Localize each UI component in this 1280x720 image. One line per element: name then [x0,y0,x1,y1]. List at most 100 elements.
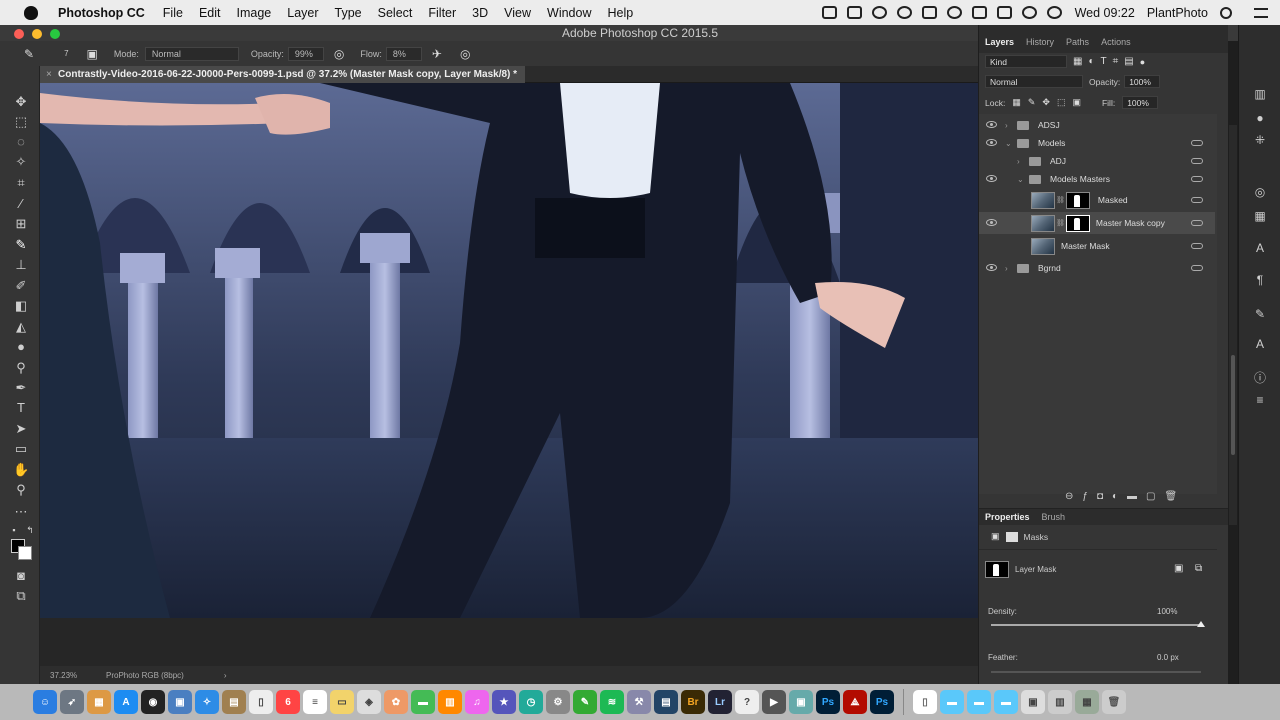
layer-link-icon[interactable] [1191,176,1203,182]
rectangle-tool-icon[interactable]: ▭ [13,441,29,457]
history-brush-tool-icon[interactable]: ✐ [13,278,29,294]
hand-tool-icon[interactable]: ✋ [13,462,29,478]
filter-smart-object-icon[interactable]: ▤ [1124,56,1133,67]
close-document-icon[interactable]: × [46,66,52,83]
eyedropper-tool-icon[interactable]: ⁄ [13,196,29,212]
desktop-stack-icon[interactable]: ▦ [1075,690,1099,714]
pixel-mask-icon[interactable]: ▣ [991,531,1000,542]
close-window-button[interactable] [14,29,24,39]
home-icon[interactable] [921,6,937,19]
vpn-icon[interactable] [896,6,912,19]
acrobat-icon[interactable]: ⟁ [843,690,867,714]
collapse-caret-icon[interactable]: › [1017,157,1027,166]
layer-thumbnail[interactable] [1031,191,1055,209]
document-tab[interactable]: × Contrastly-Video-2016-06-22-J0000-Pers… [40,66,526,83]
blend-mode-select[interactable]: Normal [985,75,1083,88]
bluetooth-icon[interactable] [971,6,987,19]
tab-history[interactable]: History [1020,37,1060,53]
apple-menu-icon[interactable] [24,5,38,20]
layer-row-master-mask-copy[interactable]: ⛓ Master Mask copy [979,212,1215,234]
lock-transparent-icon[interactable]: ▦ [1012,97,1021,108]
tab-paths[interactable]: Paths [1060,37,1095,53]
layer-filter-select[interactable]: Kind [985,55,1067,68]
layer-row-models-masters[interactable]: ⌄ Models Masters [979,169,1215,189]
glyphs-icon[interactable]: A [1253,337,1267,351]
menu-layer[interactable]: Layer [279,6,326,20]
notes-app-icon[interactable]: ▤ [222,690,246,714]
density-slider-handle[interactable] [1197,621,1205,627]
help-viewer-icon[interactable]: ? [735,690,759,714]
visibility-eye-icon[interactable] [986,175,997,182]
gradient-tool-icon[interactable]: ◭ [13,319,29,335]
delete-layer-icon[interactable]: 🗑 [1165,491,1178,502]
finder-icon[interactable]: ☺ [33,690,57,714]
dashboard-icon[interactable]: ◉ [141,690,165,714]
app-store-icon[interactable]: A [114,690,138,714]
default-colors-icon[interactable]: ▪ [6,522,22,538]
filter-adjustment-icon[interactable]: ◐ [1088,56,1094,67]
layer-link-icon[interactable] [1191,243,1203,249]
launchpad-icon[interactable]: ➶ [60,690,84,714]
path-select-tool-icon[interactable]: ➤ [13,421,29,437]
filter-toggle-icon[interactable]: ● [1140,57,1145,67]
adjustments-icon[interactable]: ▦ [1253,209,1267,223]
layer-link-icon[interactable] [1191,220,1203,226]
visibility-eye-icon[interactable] [986,264,997,271]
layer-row-masked[interactable]: ⛓ Masked [979,189,1215,211]
libraries-icon[interactable]: ◎ [1253,185,1267,199]
healing-tool-icon[interactable]: ⊞ [13,216,29,232]
quick-mask-icon[interactable]: ◙ [13,568,29,584]
feather-value[interactable]: 0.0 px [1157,653,1179,662]
blur-tool-icon[interactable]: ● [13,339,29,355]
new-adjustment-icon[interactable]: ◐ [1112,491,1118,502]
stickies-icon[interactable]: ▭ [330,690,354,714]
screen-record-icon[interactable] [821,6,837,19]
lock-all-icon[interactable]: ▣ [1072,97,1081,108]
lock-artboard-icon[interactable]: ⬚ [1057,97,1066,108]
add-mask-icon[interactable]: ◘ [1097,491,1103,502]
reminders-icon[interactable]: ≡ [303,690,327,714]
feather-slider[interactable] [991,671,1201,673]
clone-stamp-tool-icon[interactable]: ⊥ [13,257,29,273]
airbrush-icon[interactable]: ✈ [432,47,442,61]
dropbox-icon[interactable] [846,6,862,19]
mission-control-icon[interactable]: ▦ [87,690,111,714]
pen-tool-icon[interactable]: ✒ [13,380,29,396]
minimize-window-button[interactable] [32,29,42,39]
expand-caret-icon[interactable]: ⌄ [1017,175,1027,184]
swap-colors-icon[interactable]: ↰ [22,522,38,538]
brush-tool-preset-icon[interactable]: ✎ [24,47,34,61]
tab-brush[interactable]: Brush [1036,512,1072,522]
menu-type[interactable]: Type [327,6,370,20]
visibility-eye-icon[interactable] [986,219,997,226]
menu-file[interactable]: File [155,6,191,20]
layer-row-adsj[interactable]: › ADSJ [979,115,1215,135]
layer-mask-thumbnail[interactable] [1065,214,1090,232]
move-tool-icon[interactable]: ✥ [13,94,29,110]
character-icon[interactable]: A [1253,241,1267,255]
density-slider[interactable] [991,621,1205,627]
menu-image[interactable]: Image [229,6,280,20]
menu-select[interactable]: Select [370,6,421,20]
collapse-caret-icon[interactable]: › [1005,121,1015,130]
opacity-field[interactable]: 99% [287,46,324,61]
crop-tool-icon[interactable]: ⌗ [13,175,29,191]
layer-mask-thumbnail[interactable] [1065,191,1090,209]
flow-field[interactable]: 8% [385,46,422,61]
evernote-icon[interactable]: ✎ [573,690,597,714]
xcode-icon[interactable]: ⚒ [627,690,651,714]
expand-caret-icon[interactable]: ⌄ [1005,139,1015,148]
notification-center-icon[interactable] [1254,7,1268,18]
archive-icon[interactable]: ▣ [1021,690,1045,714]
visibility-eye-icon[interactable] [986,121,997,128]
sync-icon[interactable] [946,6,962,19]
screenflow-icon[interactable]: ▶ [762,690,786,714]
menu-3d[interactable]: 3D [464,6,496,20]
document-canvas[interactable] [40,83,978,618]
maps-icon[interactable]: ◈ [357,690,381,714]
mode-select[interactable]: Normal [144,46,239,61]
zoom-window-button[interactable] [50,29,60,39]
scrollbar-thumb[interactable] [1231,355,1235,455]
airplay-icon[interactable] [996,6,1012,19]
lock-image-icon[interactable]: ✎ [1028,97,1036,108]
